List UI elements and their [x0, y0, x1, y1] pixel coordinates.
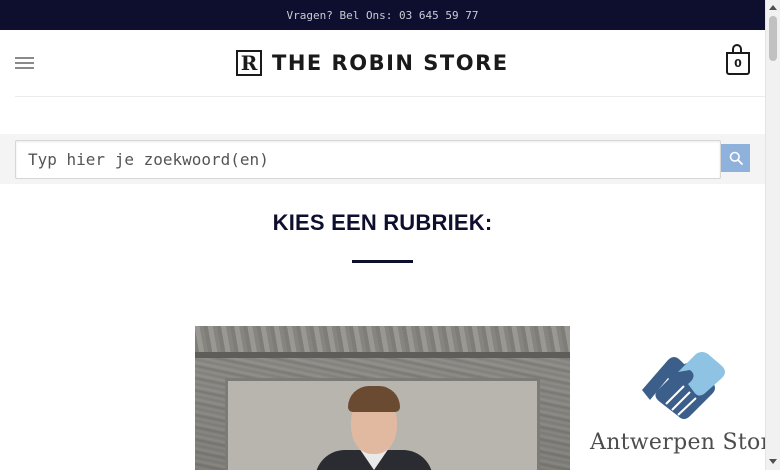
- logo-text: THE ROBIN STORE: [272, 51, 509, 75]
- search-icon: [729, 151, 743, 165]
- top-bar: Vragen? Bel Ons: 03 645 59 77: [0, 0, 765, 30]
- cart-count: 0: [726, 52, 750, 75]
- badge-name: Antwerpen Store: [590, 430, 765, 455]
- logo-mark: R: [236, 50, 262, 76]
- scroll-up-icon[interactable]: [769, 5, 777, 10]
- site-logo[interactable]: R THE ROBIN STORE: [236, 49, 509, 77]
- scroll-down-icon[interactable]: [769, 459, 777, 464]
- hamburger-menu-icon[interactable]: [15, 57, 34, 69]
- category-image[interactable]: [195, 326, 570, 470]
- contact-phone-text[interactable]: Vragen? Bel Ons: 03 645 59 77: [286, 9, 478, 22]
- search-button[interactable]: [721, 144, 750, 172]
- antwerpen-store-badge[interactable]: Antwerpen Store: [590, 352, 765, 464]
- scrollbar[interactable]: [765, 0, 780, 470]
- section-title: KIES EEN RUBRIEK:: [272, 210, 493, 235]
- site-header: R THE ROBIN STORE 0: [0, 30, 765, 96]
- title-underline: [352, 260, 413, 263]
- handshake-icon: [642, 352, 725, 419]
- search-bar: [0, 134, 765, 184]
- page: Vragen? Bel Ons: 03 645 59 77 R THE ROBI…: [0, 0, 765, 470]
- cart-button[interactable]: 0: [726, 44, 750, 76]
- header-divider: [15, 96, 765, 97]
- scroll-thumb[interactable]: [769, 16, 777, 61]
- search-input[interactable]: [15, 140, 721, 179]
